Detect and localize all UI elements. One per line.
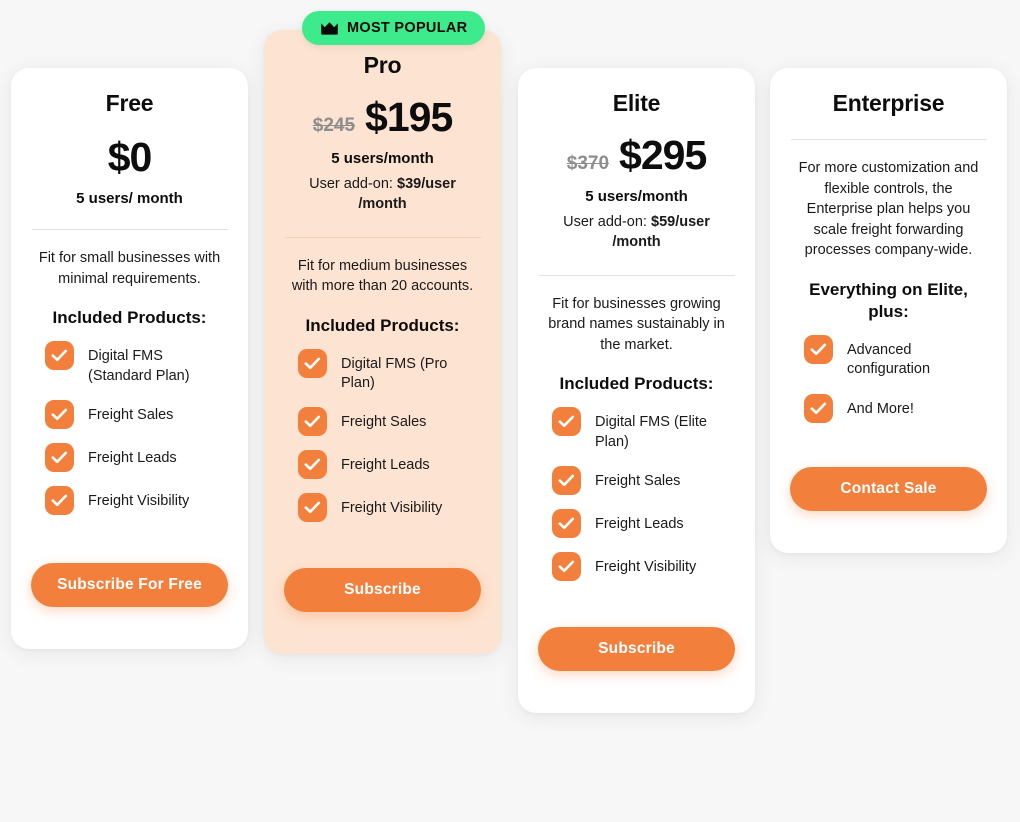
plan-card-pro[interactable]: Pro $245 $195 5 users/month User add-on:… (264, 30, 501, 655)
feature-label: Freight Sales (341, 414, 427, 431)
addon-line-pro: User add-on: $39/user /month (288, 174, 478, 215)
cta-wrap-pro: Subscribe (284, 522, 481, 628)
check-icon (552, 407, 581, 437)
check-icon (45, 399, 74, 429)
addon-prefix-elite: User add-on: (563, 214, 651, 230)
feature-list-enterprise: Advanced configuration And More! (790, 335, 987, 423)
features-title-enterprise: Everything on Elite, plus: (809, 279, 968, 321)
price-original-elite: $370 (566, 153, 610, 174)
plan-card-elite[interactable]: Elite $370 $295 5 users/month User add-o… (518, 68, 755, 713)
price-row-free: $0 (107, 134, 153, 180)
list-item: Digital FMS (Standard Plan) (45, 341, 228, 386)
check-icon (804, 335, 833, 365)
price-current-pro: $195 (365, 94, 453, 140)
list-item: Freight Sales (45, 399, 228, 429)
list-item: Freight Sales (552, 465, 735, 495)
check-icon (552, 551, 581, 581)
cta-wrap-elite: Subscribe (538, 581, 735, 687)
users-line-free: 5 users/ month (76, 190, 183, 207)
list-item: Freight Leads (298, 450, 481, 480)
check-icon (298, 407, 327, 437)
subscribe-for-free-button[interactable]: Subscribe For Free (31, 562, 228, 607)
feature-label: Freight Visibility (595, 558, 697, 575)
plan-name-pro: Pro (363, 52, 402, 78)
crown-icon (320, 21, 339, 36)
subscribe-button-elite[interactable]: Subscribe (538, 626, 735, 671)
plan-card-free[interactable]: Free $0 5 users/ month Fit for small bus… (11, 68, 248, 649)
feature-label: Freight Leads (88, 449, 177, 466)
plan-description-pro: Fit for medium businesses with more than… (291, 257, 474, 295)
price-row-pro: $245 $195 (312, 94, 454, 140)
check-icon (45, 341, 74, 371)
subscribe-button-pro[interactable]: Subscribe (284, 568, 481, 613)
feature-label: Digital FMS (Standard Plan) (88, 348, 190, 384)
cta-wrap-free: Subscribe For Free (31, 515, 228, 623)
features-title-free: Included Products: (52, 308, 207, 328)
price-current-elite: $295 (619, 132, 707, 178)
check-icon (552, 465, 581, 495)
divider-free (31, 229, 228, 230)
features-title-pro: Included Products: (305, 315, 460, 335)
list-item: Freight Visibility (45, 485, 228, 515)
cta-wrap-enterprise: Contact Sale (790, 423, 987, 527)
users-line-pro: 5 users/month (331, 150, 434, 167)
list-item: Freight Visibility (552, 551, 735, 581)
list-item: Freight Leads (45, 442, 228, 472)
feature-label: Freight Sales (595, 472, 681, 489)
divider-enterprise (790, 139, 987, 140)
plan-description-elite: Fit for businesses growing brand names s… (548, 295, 725, 353)
list-item: And More! (804, 393, 987, 423)
feature-label: Freight Visibility (341, 500, 443, 517)
check-icon (298, 493, 327, 523)
plan-name-enterprise: Enterprise (832, 90, 945, 116)
check-icon (298, 450, 327, 480)
divider-pro (284, 236, 481, 238)
list-item: Digital FMS (Pro Plan) (298, 348, 481, 394)
check-icon (804, 393, 833, 423)
plan-description-free: Fit for small businesses with minimal re… (38, 250, 221, 287)
price-row-elite: $370 $295 (566, 132, 708, 178)
check-icon (298, 348, 327, 378)
users-line-elite: 5 users/month (585, 188, 688, 205)
list-item: Digital FMS (Elite Plan) (552, 407, 735, 452)
most-popular-label: MOST POPULAR (347, 20, 468, 36)
feature-label: Freight Sales (88, 406, 174, 423)
addon-line-elite: User add-on: $59/user /month (542, 212, 732, 253)
feature-label: Freight Leads (595, 515, 684, 532)
price-current-free: $0 (107, 134, 153, 180)
check-icon (45, 485, 74, 515)
feature-list-free: Digital FMS (Standard Plan) Freight Sale… (31, 341, 228, 515)
feature-label: Advanced configuration (847, 342, 931, 378)
pricing-plans-grid: MOST POPULAR Free $0 5 users/ month Fit … (0, 0, 1020, 822)
feature-list-elite: Digital FMS (Elite Plan) Freight Sales F… (538, 407, 735, 581)
list-item: Freight Sales (298, 407, 481, 437)
feature-label: Freight Leads (341, 457, 430, 474)
plan-card-enterprise[interactable]: Enterprise For more customization and fl… (770, 68, 1007, 553)
feature-list-pro: Digital FMS (Pro Plan) Freight Sales Fre… (284, 348, 481, 523)
plan-name-elite: Elite (612, 90, 661, 116)
contact-sale-button[interactable]: Contact Sale (790, 466, 987, 511)
features-title-elite: Included Products: (559, 374, 714, 394)
list-item: Freight Leads (552, 508, 735, 538)
addon-prefix-pro: User add-on: (309, 176, 397, 192)
feature-label: Freight Visibility (88, 492, 190, 509)
list-item: Advanced configuration (804, 335, 987, 380)
price-original-pro: $245 (312, 115, 356, 136)
feature-label: And More! (847, 400, 914, 417)
feature-label: Digital FMS (Elite Plan) (595, 414, 707, 450)
feature-label: Digital FMS (Pro Plan) (341, 355, 448, 392)
plan-name-free: Free (105, 90, 154, 116)
most-popular-badge: MOST POPULAR (302, 11, 486, 45)
check-icon (552, 508, 581, 538)
list-item: Freight Visibility (298, 493, 481, 523)
divider-elite (538, 274, 735, 276)
plan-description-enterprise: For more customization and flexible cont… (798, 160, 979, 259)
check-icon (45, 442, 74, 472)
